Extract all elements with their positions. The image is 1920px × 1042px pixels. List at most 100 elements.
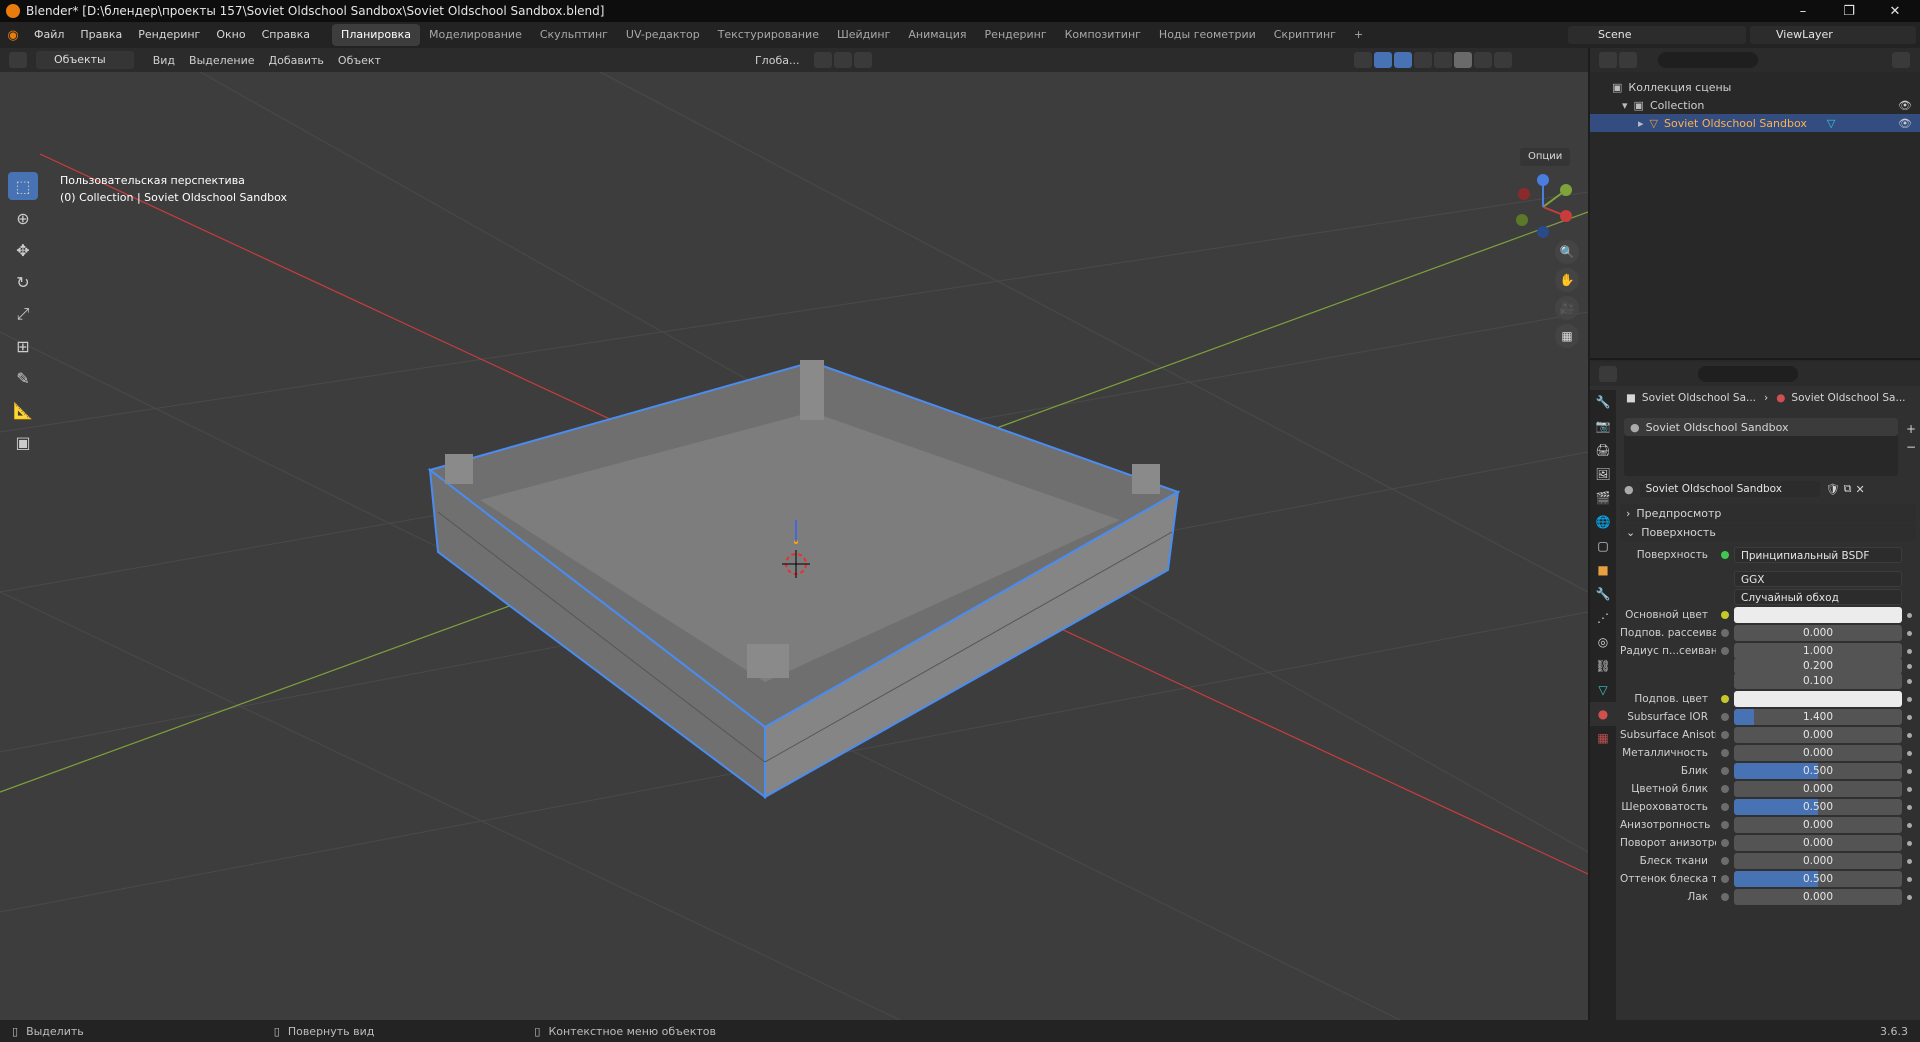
socket-icon[interactable] — [1721, 785, 1729, 793]
keyframe-dot-icon[interactable] — [1907, 630, 1912, 636]
tab-layout[interactable]: Планировка — [332, 24, 421, 46]
keyframe-dot-icon[interactable] — [1907, 678, 1912, 684]
3d-viewport[interactable]: ⬚ ⊕ ✥ ↻ ⤢ ⊞ ✎ 📐 ▣ Пользовательская персп… — [0, 72, 1588, 1020]
menu-select[interactable]: Выделение — [182, 54, 262, 67]
color-swatch[interactable] — [1734, 691, 1902, 707]
blender-menu-icon[interactable]: ◉ — [0, 28, 26, 43]
filter-icon[interactable] — [1892, 52, 1910, 68]
particles-tab-icon[interactable]: ⋰ — [1590, 606, 1616, 630]
mode-selector[interactable]: Объекты — [36, 51, 134, 69]
socket-icon[interactable] — [1721, 893, 1729, 901]
shading-wireframe-icon[interactable] — [1434, 52, 1453, 68]
measure-tool[interactable]: 📐 — [8, 396, 38, 424]
value-slider[interactable]: 0.500 — [1734, 799, 1902, 815]
xray-icon[interactable] — [1414, 52, 1433, 68]
tab-sculpting[interactable]: Скульптинг — [531, 24, 617, 46]
material-tab-icon[interactable]: ● — [1590, 702, 1616, 726]
tab-modeling[interactable]: Моделирование — [420, 24, 531, 46]
object-tab-icon[interactable]: ■ — [1590, 558, 1616, 582]
socket-icon[interactable] — [1721, 677, 1729, 685]
shading-rendered-icon[interactable] — [1494, 52, 1513, 68]
cursor-tool[interactable]: ⊕ — [8, 204, 38, 232]
keyframe-dot-icon[interactable] — [1907, 648, 1912, 654]
outliner-object[interactable]: ▸ ▽ Soviet Oldschool Sandbox ▽ 👁 — [1590, 114, 1920, 132]
keyframe-dot-icon[interactable] — [1907, 858, 1912, 864]
transform-tool[interactable]: ⊞ — [8, 332, 38, 360]
menu-render[interactable]: Рендеринг — [130, 22, 208, 48]
outliner[interactable]: ▣ Коллекция сцены ▾ ▣ Collection 👁 ▸ ▽ S… — [1590, 48, 1920, 360]
overlay-toggle-icon[interactable] — [1394, 52, 1413, 68]
proportional-editing-icon[interactable] — [854, 52, 873, 68]
duplicate-material-icon[interactable]: ⧉ — [1844, 482, 1852, 496]
rotate-tool[interactable]: ↻ — [8, 268, 38, 296]
keyframe-dot-icon[interactable] — [1907, 840, 1912, 846]
keyframe-dot-icon[interactable] — [1907, 876, 1912, 882]
render-tab-icon[interactable]: 📷 — [1590, 414, 1616, 438]
tab-compositing[interactable]: Композитинг — [1056, 24, 1150, 46]
remove-slot-button[interactable]: − — [1906, 440, 1916, 454]
value-slider[interactable]: 0.000 — [1734, 853, 1902, 869]
outliner-editor-type-icon[interactable] — [1599, 52, 1617, 68]
collection-tab-icon[interactable]: ▢ — [1590, 534, 1616, 558]
pan-hand-icon[interactable]: ✋ — [1555, 268, 1579, 292]
tab-geometry-nodes[interactable]: Ноды геометрии — [1150, 24, 1265, 46]
keyframe-dot-icon[interactable] — [1907, 894, 1912, 900]
expand-arrow-icon[interactable]: ▾ — [1622, 99, 1628, 112]
keyframe-dot-icon[interactable] — [1907, 612, 1912, 618]
value-slider[interactable]: 1.400 — [1734, 709, 1902, 725]
value-slider[interactable]: 0.000 — [1734, 817, 1902, 833]
scale-tool[interactable]: ⤢ — [8, 300, 38, 328]
outliner-scene-collection[interactable]: ▣ Коллекция сцены — [1590, 78, 1920, 96]
value-slider[interactable]: 0.000 — [1734, 727, 1902, 743]
maximize-button[interactable]: ❐ — [1826, 0, 1872, 22]
outliner-collection[interactable]: ▾ ▣ Collection 👁 — [1590, 96, 1920, 114]
shading-material-icon[interactable] — [1474, 52, 1493, 68]
socket-icon[interactable] — [1721, 629, 1729, 637]
transform-orientation-selector[interactable]: Глоба... — [748, 54, 806, 67]
data-tab-icon[interactable]: ▽ — [1590, 678, 1616, 702]
zoom-icon[interactable]: 🔍 — [1555, 240, 1579, 264]
pivot-point-icon[interactable] — [814, 52, 833, 68]
socket-icon[interactable] — [1721, 731, 1729, 739]
keyframe-dot-icon[interactable] — [1907, 696, 1912, 702]
shading-solid-icon[interactable] — [1454, 52, 1473, 68]
surface-panel-header[interactable]: ⌄ Поверхность — [1620, 523, 1916, 541]
annotate-tool[interactable]: ✎ — [8, 364, 38, 392]
ortho-grid-icon[interactable]: ▦ — [1555, 324, 1579, 348]
socket-icon[interactable] — [1721, 803, 1729, 811]
tab-shading[interactable]: Шейдинг — [828, 24, 899, 46]
keyframe-dot-icon[interactable] — [1907, 732, 1912, 738]
socket-icon[interactable] — [1721, 857, 1729, 865]
fake-user-icon[interactable]: 🛡 — [1826, 483, 1840, 496]
display-mode-icon[interactable] — [1619, 52, 1637, 68]
world-tab-icon[interactable]: 🌐 — [1590, 510, 1616, 534]
color-swatch[interactable] — [1734, 607, 1902, 623]
keyframe-dot-icon[interactable] — [1907, 663, 1912, 669]
socket-icon[interactable] — [1721, 839, 1729, 847]
material-slots-list[interactable]: ● Soviet Oldschool Sandbox — [1624, 418, 1898, 476]
socket-icon[interactable] — [1721, 875, 1729, 883]
tab-scripting[interactable]: Скриптинг — [1265, 24, 1345, 46]
socket-icon[interactable] — [1721, 611, 1729, 619]
menu-window[interactable]: Окно — [208, 22, 253, 48]
view-layer-tab-icon[interactable]: 🖼 — [1590, 462, 1616, 486]
output-tab-icon[interactable]: 🖨 — [1590, 438, 1616, 462]
properties-editor[interactable]: 🔧 📷 🖨 🖼 🎬 🌐 ▢ ■ 🔧 ⋰ ◎ ⛓ ▽ ● ▦ ■ Soviet O… — [1590, 362, 1920, 1020]
sandbox-object[interactable] — [427, 360, 1181, 799]
value-slider[interactable]: 0.100 — [1734, 673, 1902, 689]
material-browse-icon[interactable]: ● — [1624, 483, 1634, 496]
socket-icon[interactable] — [1721, 713, 1729, 721]
tab-texture-paint[interactable]: Текстурирование — [709, 24, 828, 46]
keyframe-dot-icon[interactable] — [1907, 822, 1912, 828]
subsurface-method-dropdown[interactable]: Случайный обход — [1734, 589, 1902, 605]
add-slot-button[interactable]: + — [1906, 422, 1916, 436]
keyframe-dot-icon[interactable] — [1907, 714, 1912, 720]
socket-icon[interactable] — [1721, 767, 1729, 775]
close-button[interactable]: ✕ — [1872, 0, 1918, 22]
tab-rendering[interactable]: Рендеринг — [976, 24, 1056, 46]
value-slider[interactable]: 0.500 — [1734, 763, 1902, 779]
keyframe-dot-icon[interactable] — [1907, 750, 1912, 756]
value-slider[interactable]: 0.000 — [1734, 781, 1902, 797]
modifier-tab-icon[interactable]: 🔧 — [1590, 582, 1616, 606]
value-slider[interactable]: 0.500 — [1734, 871, 1902, 887]
